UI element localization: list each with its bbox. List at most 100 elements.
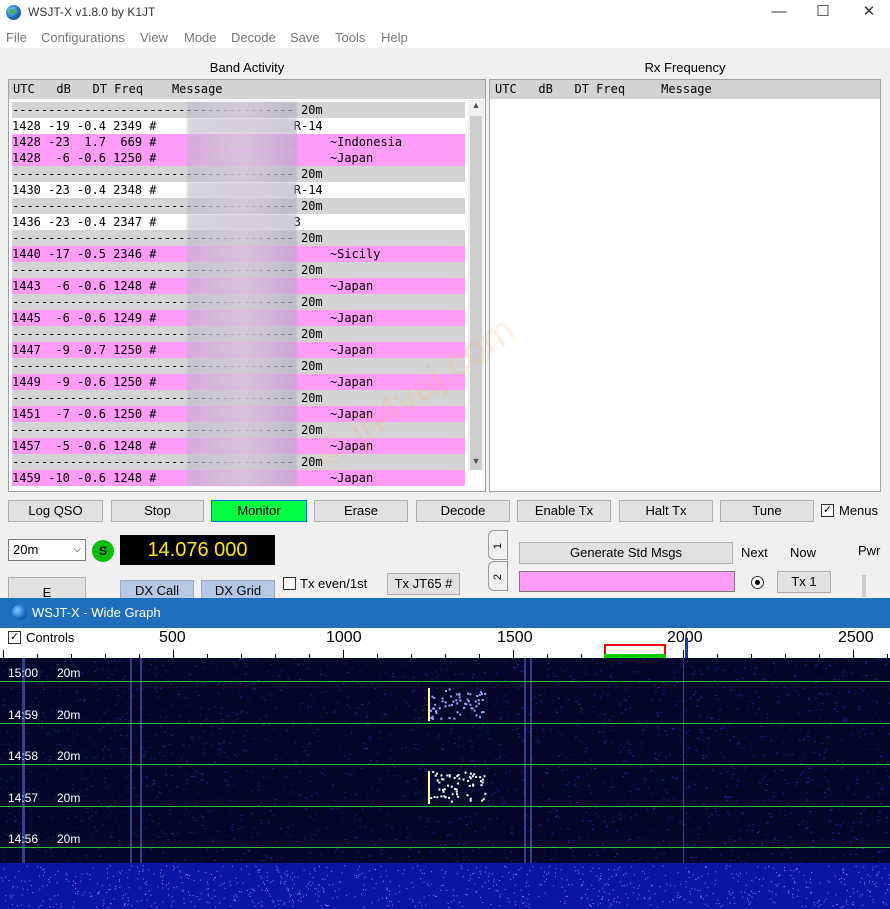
band-select[interactable]: 20m ⌵ <box>8 539 86 561</box>
spectrum-dot <box>156 906 158 908</box>
noise-pixel <box>518 713 521 715</box>
halt-tx-button[interactable]: Halt Tx <box>619 500 713 522</box>
spectrum-dot <box>875 865 877 867</box>
spectrum-dot <box>89 892 91 894</box>
noise-pixel <box>841 822 844 824</box>
noise-pixel <box>426 733 429 735</box>
frequency-scale[interactable]: ✓ Controls 500 1000 1500 2000 2500 <box>0 628 890 658</box>
menu-decode[interactable]: Decode <box>231 30 276 45</box>
menu-file[interactable]: File <box>6 30 27 45</box>
scroll-down-icon[interactable]: ▼ <box>468 456 484 470</box>
noise-pixel <box>458 737 461 739</box>
noise-pixel <box>366 748 369 750</box>
decode-row[interactable]: 1457 -5 -0.6 1248 # ~Japan <box>12 438 465 454</box>
spectrum-dot <box>499 894 501 896</box>
noise-pixel <box>324 731 327 733</box>
decode-row[interactable]: 1459 -10 -0.6 1248 # ~Japan <box>12 470 465 486</box>
wide-graph-titlebar: WSJT-X - Wide Graph <box>0 598 890 628</box>
noise-pixel <box>205 772 208 774</box>
spectrum-dot <box>679 896 681 898</box>
noise-pixel <box>360 857 363 859</box>
noise-pixel <box>333 823 336 825</box>
decode-row[interactable]: 1445 -6 -0.6 1249 # ~Japan <box>12 310 465 326</box>
spectrum-dot <box>609 905 611 907</box>
scroll-up-icon[interactable]: ▲ <box>468 100 484 114</box>
close-button[interactable]: ✕ <box>846 0 890 26</box>
decode-row[interactable]: 1428 -6 -0.6 1250 # ~Japan <box>12 150 465 166</box>
spectrum-dot <box>316 888 318 890</box>
waterfall-display[interactable]: 15:00 20m 14:59 20m 14:58 20m 14:57 20m 14:56 20m <box>0 658 890 909</box>
erase-button[interactable]: Erase <box>314 500 408 522</box>
tab-1[interactable]: 1 <box>488 530 508 560</box>
noise-pixel <box>841 705 844 707</box>
minimize-button[interactable]: — <box>756 0 802 26</box>
spectrum-dot <box>580 897 582 899</box>
menu-mode[interactable]: Mode <box>184 30 217 45</box>
signal-streak <box>683 658 684 863</box>
menu-configurations[interactable]: Configurations <box>41 30 125 45</box>
noise-pixel <box>612 716 615 718</box>
tx-even-checkbox[interactable] <box>283 577 296 590</box>
menus-checkbox[interactable]: ✓ <box>821 504 834 517</box>
noise-pixel <box>465 823 468 825</box>
controls-checkbox[interactable]: ✓ <box>8 631 21 644</box>
tx1-message-field[interactable] <box>519 571 735 592</box>
tx-frequency-marker[interactable] <box>604 644 666 654</box>
noise-pixel <box>787 694 790 696</box>
noise-pixel <box>107 677 110 679</box>
decode-row[interactable]: 1449 -9 -0.6 1250 # ~Japan <box>12 374 465 390</box>
decode-button[interactable]: Decode <box>416 500 510 522</box>
spectrum-dot <box>473 872 475 874</box>
spectrum-dot <box>592 902 594 904</box>
noise-pixel <box>719 733 722 735</box>
decode-row[interactable]: 1436 -23 -0.4 2347 # 3 <box>12 214 465 230</box>
spectrum-dot <box>257 869 259 871</box>
tx1-next-radio[interactable] <box>751 576 764 589</box>
monitor-button[interactable]: Monitor <box>211 500 307 522</box>
generate-std-msgs-button[interactable]: Generate Std Msgs <box>519 542 733 564</box>
noise-pixel <box>245 665 248 667</box>
tx-mode-button[interactable]: Tx JT65 # <box>387 573 460 595</box>
noise-pixel <box>193 691 196 693</box>
noise-pixel <box>470 760 473 762</box>
noise-pixel <box>365 747 368 749</box>
enable-tx-button[interactable]: Enable Tx <box>517 500 611 522</box>
band-activity-scrollbar[interactable]: ▲ ▼ <box>468 100 484 470</box>
spectrum-dot <box>747 893 749 895</box>
spectrum-dot <box>173 900 175 902</box>
menu-save[interactable]: Save <box>290 30 320 45</box>
decode-row[interactable]: 1443 -6 -0.6 1248 # ~Japan <box>12 278 465 294</box>
noise-pixel <box>228 784 231 786</box>
menu-help[interactable]: Help <box>381 30 408 45</box>
spectrum-dot <box>488 872 490 874</box>
menu-view[interactable]: View <box>140 30 168 45</box>
noise-pixel <box>124 776 127 778</box>
rx-frequency-panel[interactable]: UTC dB DT Freq Message <box>489 79 881 492</box>
decode-row[interactable]: 1430 -23 -0.4 2348 # R-14 <box>12 182 465 198</box>
tab-2[interactable]: 2 <box>488 561 508 591</box>
tune-button[interactable]: Tune <box>720 500 814 522</box>
noise-pixel <box>855 853 858 855</box>
log-qso-button[interactable]: Log QSO <box>8 500 103 522</box>
scroll-thumb[interactable] <box>470 116 482 470</box>
spectrum-dot <box>794 882 796 884</box>
maximize-button[interactable]: ☐ <box>800 0 846 26</box>
noise-pixel <box>414 747 417 749</box>
spectrum-dot <box>598 890 600 892</box>
spectrum-dot <box>521 896 523 898</box>
decode-row[interactable]: 1447 -9 -0.7 1250 # ~Japan <box>12 342 465 358</box>
decode-row[interactable]: 1428 -19 -0.4 2349 # R-14 <box>12 118 465 134</box>
e-button[interactable]: E <box>8 577 86 600</box>
menu-tools[interactable]: Tools <box>335 30 365 45</box>
tx1-now-button[interactable]: Tx 1 <box>777 571 831 593</box>
pwr-slider[interactable] <box>862 575 866 597</box>
band-activity-panel[interactable]: UTC dB DT Freq Message -----------------… <box>8 79 486 492</box>
decode-row[interactable]: 1451 -7 -0.6 1250 # ~Japan <box>12 406 465 422</box>
spectrum-dot <box>842 905 844 907</box>
decode-row[interactable]: 1428 -23 1.7 669 # ~Indonesia <box>12 134 465 150</box>
spectrum-dot <box>258 869 260 871</box>
noise-pixel <box>133 694 136 696</box>
decode-row[interactable]: 1440 -17 -0.5 2346 # ~Sicily <box>12 246 465 262</box>
stop-button[interactable]: Stop <box>111 500 204 522</box>
noise-pixel <box>459 834 462 836</box>
